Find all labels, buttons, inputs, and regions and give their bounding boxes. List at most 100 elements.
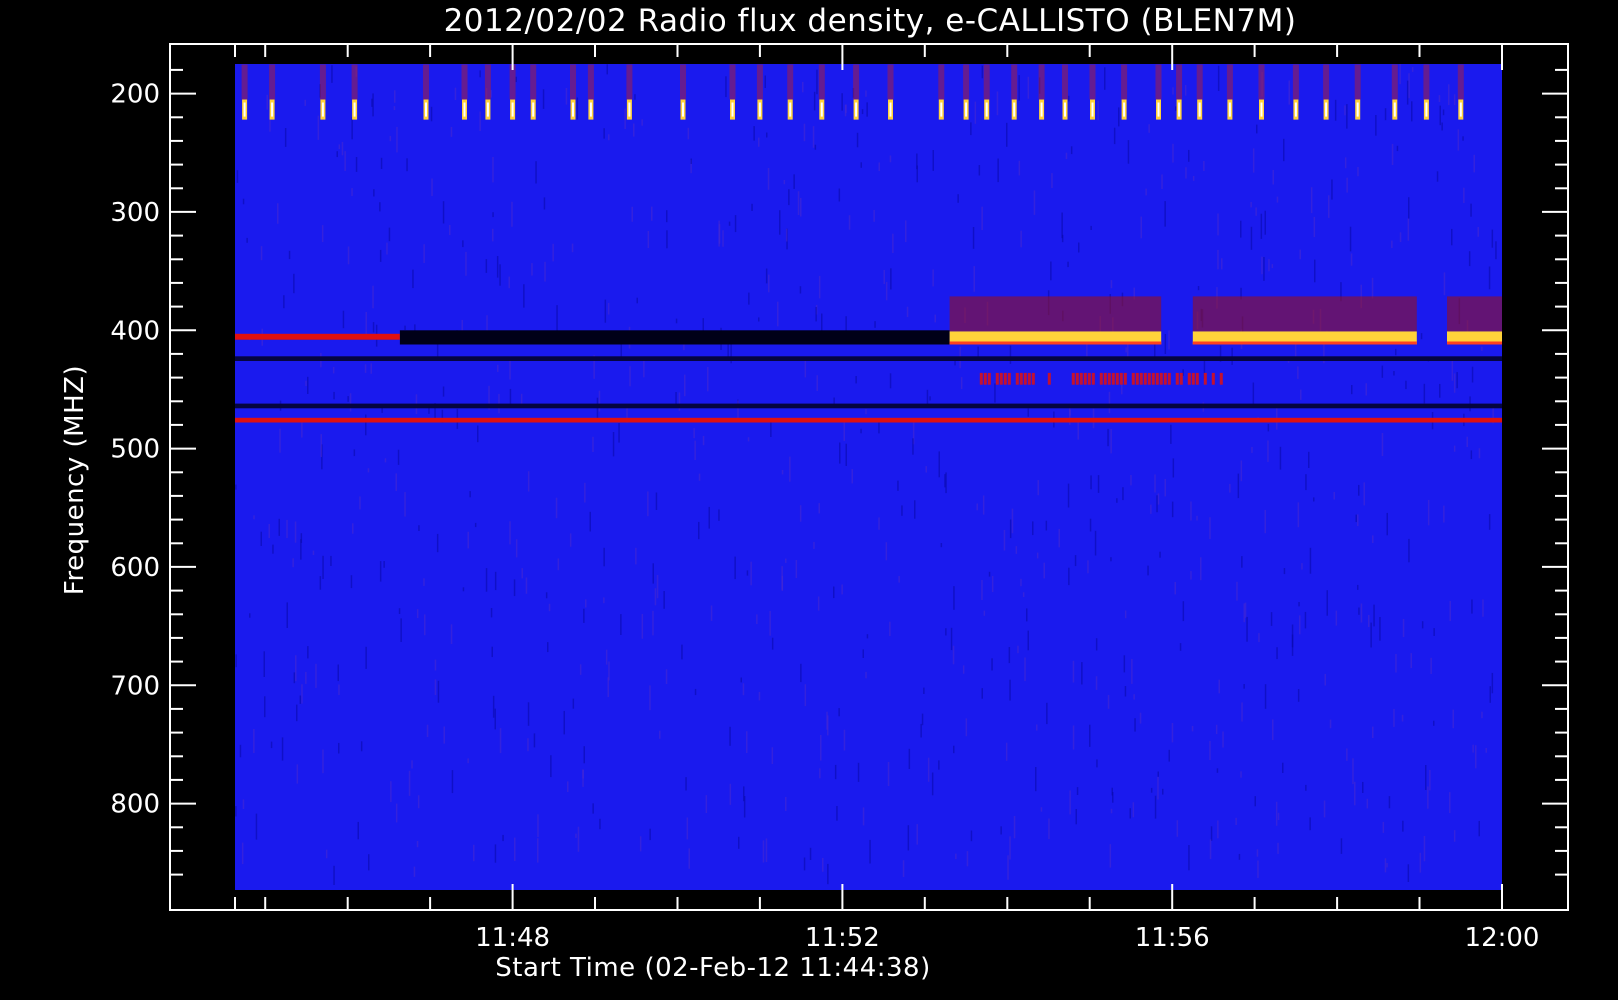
noise-streak (1391, 240, 1393, 249)
noise-streak (1033, 190, 1036, 215)
noise-streak (1244, 602, 1247, 618)
noise-streak (834, 764, 837, 780)
noise-streak (253, 729, 255, 753)
burst-cluster (1151, 372, 1155, 385)
noise-streak (1299, 249, 1301, 260)
burst-cluster (1123, 372, 1127, 385)
noise-streak (404, 492, 406, 517)
noise-streak (1395, 654, 1397, 673)
burst-cluster (1219, 372, 1223, 385)
noise-streak (635, 547, 637, 565)
noise-streak (1264, 684, 1267, 709)
spectral-band (235, 417, 1502, 423)
band-edge (1192, 341, 1417, 345)
noise-streak (729, 783, 732, 805)
noise-streak (1035, 767, 1037, 792)
noise-streak (413, 866, 416, 877)
noise-streak (497, 364, 499, 372)
noise-streak (565, 88, 568, 105)
burst-halo (1391, 64, 1398, 100)
noise-streak (865, 90, 867, 97)
burst-cluster (1047, 372, 1051, 385)
noise-streak (1067, 483, 1070, 508)
noise-streak (1277, 812, 1280, 821)
burst-halo (680, 64, 686, 100)
noise-streak (278, 518, 280, 536)
noise-streak (367, 468, 370, 473)
noise-streak (629, 366, 631, 387)
noise-streak (950, 627, 953, 651)
noise-streak (819, 768, 821, 779)
noise-streak (1297, 689, 1300, 702)
noise-streak (1384, 108, 1387, 121)
burst-cluster (1175, 372, 1179, 385)
band-edge (1447, 341, 1502, 345)
noise-streak (1124, 686, 1127, 697)
noise-streak (908, 748, 911, 769)
noise-streak (494, 844, 497, 863)
noise-streak (897, 480, 899, 491)
noise-streak (384, 458, 387, 463)
burst-cluster (1023, 372, 1027, 385)
noise-streak (583, 746, 585, 764)
noise-streak (633, 123, 635, 137)
noise-streak (365, 414, 367, 436)
noise-streak (299, 695, 302, 704)
noise-streak (1027, 76, 1030, 99)
noise-streak (1478, 820, 1480, 837)
noise-streak (1051, 173, 1053, 188)
noise-streak (1297, 366, 1299, 379)
noise-streak (545, 592, 548, 599)
noise-streak (1261, 256, 1263, 275)
noise-streak (1172, 458, 1175, 478)
noise-streak (883, 269, 885, 285)
noise-streak (1298, 602, 1300, 607)
noise-streak (286, 519, 288, 538)
noise-streak (620, 614, 622, 635)
noise-streak (527, 738, 529, 752)
noise-streak (820, 735, 822, 761)
noise-streak (1090, 475, 1092, 490)
noise-streak (1024, 657, 1026, 682)
noise-streak (785, 558, 787, 563)
noise-streak (1095, 638, 1098, 651)
noise-streak (1475, 745, 1477, 769)
noise-streak (914, 500, 916, 519)
noise-streak (398, 608, 401, 614)
noise-streak (389, 135, 392, 142)
spectral-band (399, 330, 950, 345)
noise-streak (1097, 100, 1099, 121)
noise-streak (901, 505, 903, 516)
noise-streak (467, 531, 469, 549)
noise-streak (1462, 136, 1464, 141)
burst-cluster (1027, 372, 1031, 385)
noise-streak (1125, 347, 1127, 353)
noise-streak (388, 227, 391, 242)
noise-streak (1488, 514, 1491, 530)
noise-streak (1478, 448, 1481, 459)
noise-streak (925, 466, 927, 473)
noise-streak (848, 215, 851, 230)
noise-streak (1481, 346, 1483, 351)
noise-streak (462, 240, 464, 248)
noise-streak (1419, 852, 1422, 873)
burst-halo (818, 64, 825, 100)
noise-streak (921, 713, 924, 726)
noise-streak (322, 555, 324, 579)
noise-streak (1411, 101, 1413, 122)
noise-streak (878, 517, 880, 530)
noise-streak (296, 704, 298, 722)
noise-streak (293, 273, 295, 294)
noise-streak (428, 407, 430, 414)
noise-streak (663, 591, 665, 609)
noise-streak (656, 575, 659, 599)
noise-streak (490, 608, 493, 618)
noise-streak (981, 65, 984, 79)
noise-streak (1263, 257, 1265, 281)
noise-streak (1453, 445, 1456, 452)
y-tick-label: 700 (110, 671, 160, 701)
noise-streak (583, 608, 585, 623)
burst-cluster (1111, 372, 1115, 385)
noise-streak (1399, 232, 1402, 243)
noise-streak (1471, 599, 1473, 614)
